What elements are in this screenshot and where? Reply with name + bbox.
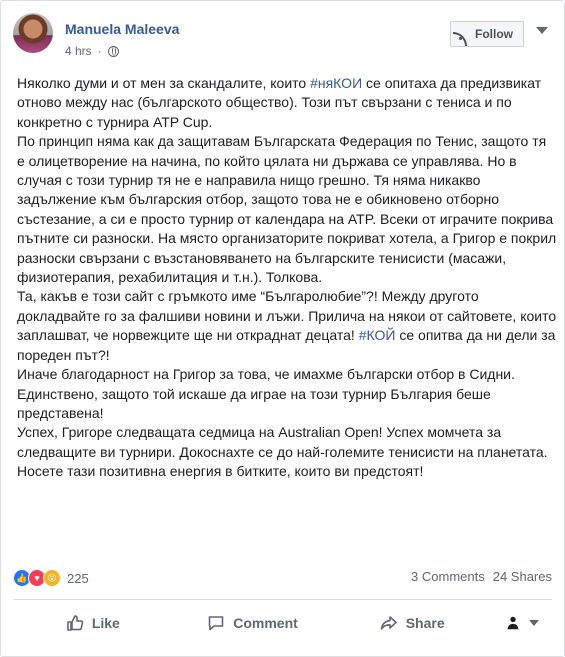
share-icon: [380, 616, 397, 630]
comment-icon: [208, 616, 224, 631]
reaction-count: 225: [67, 570, 89, 586]
comments-count[interactable]: 3 Comments: [411, 569, 485, 584]
post-meta: 4 hrs ·: [65, 44, 119, 58]
hashtag-link[interactable]: #няКОИ: [310, 75, 362, 91]
share-label: Share: [405, 615, 445, 631]
follow-label: Follow: [475, 27, 513, 41]
follow-button[interactable]: Follow: [450, 21, 524, 47]
audience-selector[interactable]: [492, 605, 552, 641]
like-label: Like: [91, 615, 120, 631]
post-paragraph: Няколко думи и от мен за скандалите, кои…: [17, 75, 542, 130]
reactions-summary[interactable]: 👍 ♥ 😮 225: [13, 569, 89, 587]
comment-label: Comment: [233, 615, 298, 631]
thumbs-up-icon: [67, 615, 84, 631]
post-paragraph: Иначе благодарност на Григор за това, че…: [17, 366, 515, 421]
share-button[interactable]: Share: [332, 605, 492, 641]
post-stats: 👍 ♥ 😮 225 3 Comments 24 Shares: [13, 569, 552, 589]
post-text: Няколко думи и от мен за скандалите, кои…: [17, 74, 557, 482]
chevron-down-icon: [529, 620, 540, 626]
hashtag-link[interactable]: #КОЙ: [359, 327, 396, 343]
globe-icon[interactable]: [107, 45, 119, 57]
rss-icon: [453, 29, 470, 46]
wow-icon: 😮: [43, 569, 61, 587]
shares-count[interactable]: 24 Shares: [493, 569, 552, 584]
post-paragraph: Успех, Григоре следващата седмица на Aus…: [17, 424, 548, 480]
post-card: Manuela Maleeva 4 hrs · Follow Няколко д…: [0, 0, 565, 657]
like-button[interactable]: Like: [13, 605, 173, 641]
chevron-down-icon[interactable]: [536, 27, 548, 34]
post-paragraph: По принцип няма как да защитавам Българс…: [17, 133, 557, 286]
person-icon: [507, 616, 519, 630]
action-bar: Like Comment Share: [13, 605, 552, 641]
post-header: Manuela Maleeva 4 hrs · Follow: [13, 13, 552, 63]
divider: [13, 599, 552, 600]
avatar[interactable]: [13, 13, 53, 53]
author-name[interactable]: Manuela Maleeva: [65, 21, 179, 37]
stats-right: 3 Comments 24 Shares: [411, 569, 552, 584]
timestamp[interactable]: 4 hrs: [65, 44, 92, 58]
post-paragraph: Та, какъв е този сайт с гръмкото име “Бъ…: [17, 288, 557, 363]
comment-button[interactable]: Comment: [173, 605, 333, 641]
